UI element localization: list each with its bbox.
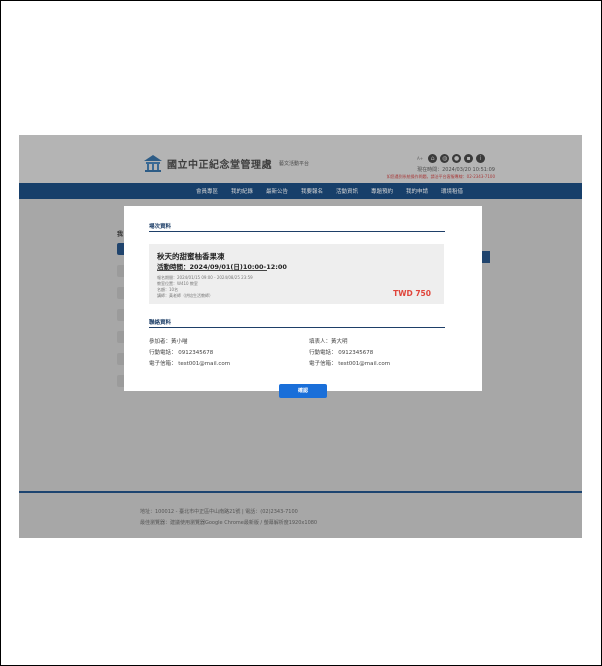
globe-icon[interactable]: ◍ bbox=[440, 154, 450, 163]
font-size-label[interactable]: A+ bbox=[417, 156, 423, 161]
footer-divider bbox=[19, 491, 582, 493]
header-icon-bar: A+ ⌂ ◍ ● ▪ i bbox=[417, 154, 486, 163]
contact-name: 填表人：黃大明 bbox=[309, 339, 348, 345]
current-time: 現在時間：2024/03/20 10:51:09 bbox=[417, 167, 495, 173]
event-price: TWD 750 bbox=[393, 289, 431, 298]
nav-item-applications[interactable]: 我的申請 bbox=[406, 187, 428, 195]
confirm-button[interactable]: 確認 bbox=[279, 384, 327, 398]
user-icon[interactable]: ● bbox=[452, 154, 462, 163]
participant-name: 參加者：黃小喵 bbox=[149, 339, 188, 345]
nav-item-member[interactable]: 會員專區 bbox=[196, 187, 218, 195]
footer-browser-note: 最佳瀏覽器：建議使用瀏覽器Google Chrome最新版 / 螢幕解析度192… bbox=[140, 520, 318, 526]
footer-address: 地址：100012 - 臺北市中正區中山南路21號 | 電話：(02)2343-… bbox=[140, 509, 298, 515]
event-time-underline bbox=[157, 270, 267, 271]
event-card: 秋天的甜蜜柚香果凍 活動時間：2024/09/01(日)10:00-12:00 … bbox=[149, 244, 444, 304]
contact-email: 電子信箱： test001@mail.com bbox=[309, 361, 391, 367]
site-subtitle: 藝文活動平台 bbox=[279, 160, 310, 167]
page-accent-bar bbox=[482, 251, 490, 263]
home-icon[interactable]: ⌂ bbox=[428, 154, 438, 163]
page-side-label: 我 bbox=[117, 231, 124, 238]
cart-icon[interactable]: ▪ bbox=[464, 154, 474, 163]
section-divider bbox=[149, 327, 445, 328]
nav-item-events[interactable]: 活動資訊 bbox=[336, 187, 358, 195]
browser-screenshot: 國立中正紀念堂管理處 藝文活動平台 A+ ⌂ ◍ ● ▪ i 現在時間：2024… bbox=[19, 135, 582, 538]
site-logo[interactable]: 國立中正紀念堂管理處 藝文活動平台 bbox=[143, 154, 309, 172]
info-icon[interactable]: i bbox=[476, 154, 486, 163]
contact-phone: 行動電話： 0912345678 bbox=[309, 350, 374, 356]
service-warning: 如您遇到系統操作問題，請洽平台客服專線：02-2343-7100 bbox=[386, 174, 495, 179]
participant-phone: 行動電話： 0912345678 bbox=[149, 350, 214, 356]
nav-item-register[interactable]: 我要報名 bbox=[301, 187, 323, 195]
section-divider bbox=[149, 231, 445, 232]
section-title-contact: 聯絡資料 bbox=[149, 320, 172, 326]
nav-item-news[interactable]: 最新公告 bbox=[266, 187, 288, 195]
nav-item-venue-rental[interactable]: 環境租借 bbox=[441, 187, 463, 195]
site-header: 國立中正紀念堂管理處 藝文活動平台 A+ ⌂ ◍ ● ▪ i 現在時間：2024… bbox=[19, 135, 582, 183]
registration-detail-modal: 場次資料 秋天的甜蜜柚香果凍 活動時間：2024/09/01(日)10:00-1… bbox=[124, 206, 482, 398]
nav-item-records[interactable]: 我的紀錄 bbox=[231, 187, 253, 195]
memorial-hall-icon bbox=[143, 154, 163, 172]
participant-email: 電子信箱： test001@mail.com bbox=[149, 361, 231, 367]
nav-item-booking[interactable]: 專題預約 bbox=[371, 187, 393, 195]
section-title-session: 場次資料 bbox=[149, 224, 172, 230]
main-nav: 會員專區 我的紀錄 最新公告 我要報名 活動資訊 專題預約 我的申請 環境租借 bbox=[19, 183, 582, 199]
event-instructor: 講師：黃老師（烘焙生活教師） bbox=[157, 293, 213, 298]
site-title: 國立中正紀念堂管理處 bbox=[167, 159, 272, 171]
